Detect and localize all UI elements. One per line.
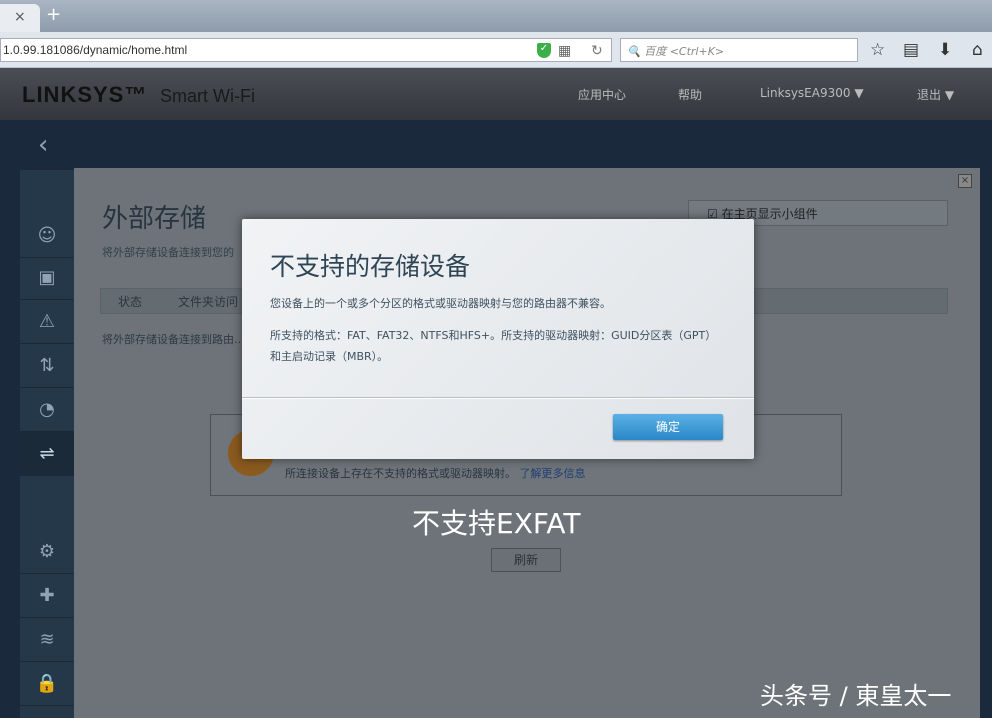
sidebar-security-icon[interactable]: 🔒 xyxy=(20,662,74,706)
reload-icon[interactable]: ↻ xyxy=(591,42,603,59)
unsupported-storage-dialog: 不支持的存储设备 您设备上的一个或多个分区的格式或驱动器映射与您的路由器不兼容。… xyxy=(242,219,754,459)
page-subtitle: 将外部存储设备连接到您的 xyxy=(102,244,234,260)
dialog-title: 不支持的存储设备 xyxy=(270,247,470,283)
search-placeholder: 百度 <Ctrl+K> xyxy=(644,45,724,58)
dialog-message: 您设备上的一个或多个分区的格式或驱动器映射与您的路由器不兼容。 xyxy=(270,295,611,311)
nav-router-menu[interactable]: LinksysEA9300 ▼ xyxy=(760,86,864,100)
back-chevron-icon[interactable]: ‹ xyxy=(38,130,48,160)
status-message: 所连接设备上存在不支持的格式或驱动器映射。 xyxy=(285,467,516,480)
app-header: LINKSYS™ Smart Wi-Fi 应用中心 帮助 LinksysEA93… xyxy=(0,68,992,120)
refresh-button[interactable]: 刷新 xyxy=(491,548,561,572)
sidebar-usb-icon[interactable]: ⇌ xyxy=(20,432,74,476)
sidebar-troubleshoot-icon[interactable]: ✚ xyxy=(20,574,74,618)
watermark: 头条号 / 東皇太一 xyxy=(760,676,951,711)
bookmark-star-icon[interactable]: ☆ xyxy=(870,40,885,60)
sidebar-settings-icon[interactable]: ⚙ xyxy=(20,530,74,574)
address-bar[interactable]: 1.0.99.181086/dynamic/home.html ✓ ▦ ↻ xyxy=(0,38,612,62)
sidebar-priority-icon[interactable]: ⇅ xyxy=(20,344,74,388)
sidebar-guest-icon[interactable]: ▣ xyxy=(20,256,74,300)
ok-button[interactable]: 确定 xyxy=(613,414,723,440)
search-input[interactable]: 🔍 百度 <Ctrl+K> xyxy=(620,38,858,62)
sidebar-wifi-icon[interactable]: ≋ xyxy=(20,618,74,662)
status-text: 所连接设备上存在不支持的格式或驱动器映射。 了解更多信息 xyxy=(285,465,586,481)
browser-tab-bar: × + xyxy=(0,0,992,32)
tab-folder-access[interactable]: 文件夹访问 xyxy=(178,293,238,310)
learn-more-link[interactable]: 了解更多信息 xyxy=(520,467,586,480)
nav-logout[interactable]: 退出 ▼ xyxy=(917,86,954,103)
nav-app-center[interactable]: 应用中心 xyxy=(578,86,626,103)
close-tab-icon[interactable]: × xyxy=(14,9,26,25)
overlay-caption: 不支持EXFAT xyxy=(412,502,581,542)
qr-code-icon[interactable]: ▦ xyxy=(558,42,571,59)
url-text: 1.0.99.181086/dynamic/home.html xyxy=(3,43,187,57)
sidebar-speed-icon[interactable]: ◔ xyxy=(20,388,74,432)
browser-tab[interactable]: × xyxy=(0,4,40,32)
browser-toolbar: 1.0.99.181086/dynamic/home.html ✓ ▦ ↻ 🔍 … xyxy=(0,32,992,68)
sidebar-devices-icon[interactable]: ☺ xyxy=(20,214,74,258)
reading-list-icon[interactable]: ▤ xyxy=(903,40,919,60)
sidebar-warning-icon[interactable]: ⚠ xyxy=(20,300,74,344)
shield-icon[interactable]: ✓ xyxy=(537,43,551,58)
tab-status[interactable]: 状态 xyxy=(118,293,142,310)
nav-help[interactable]: 帮助 xyxy=(678,86,702,103)
linksys-logo: LINKSYS™ xyxy=(22,82,147,108)
close-panel-icon[interactable]: × xyxy=(958,174,972,188)
download-icon[interactable]: ⬇ xyxy=(938,40,952,60)
new-tab-button[interactable]: + xyxy=(46,4,61,25)
dialog-supported-formats: 所支持的格式：FAT、FAT32、NTFS和HFS+。所支持的驱动器映射：GUI… xyxy=(270,325,726,367)
home-icon[interactable]: ⌂ xyxy=(972,40,983,60)
dialog-divider xyxy=(242,397,754,399)
page-title: 外部存储 xyxy=(102,198,206,235)
logo-subtitle: Smart Wi-Fi xyxy=(160,86,255,107)
